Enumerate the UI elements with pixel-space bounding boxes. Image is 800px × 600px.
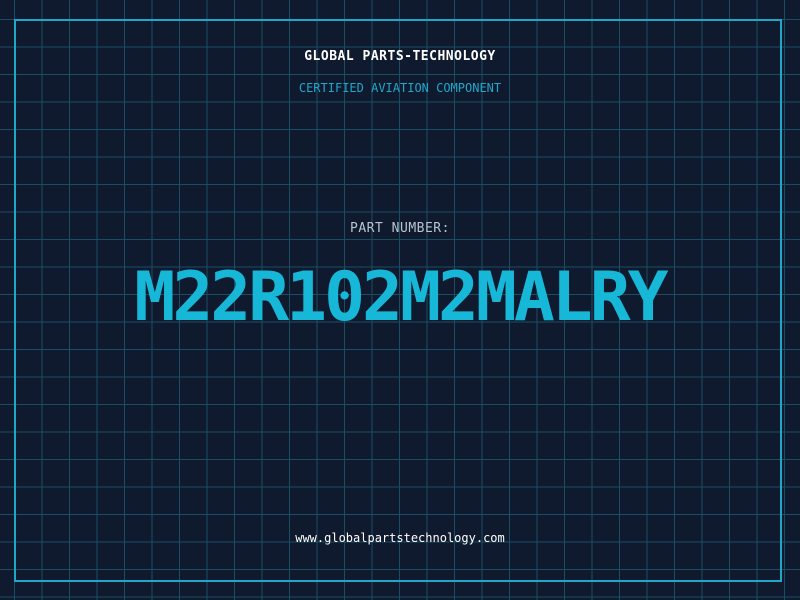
brand-name: GLOBAL PARTS-TECHNOLOGY <box>304 49 496 64</box>
website-url[interactable]: www.globalpartstechnology.com <box>0 531 800 545</box>
part-number-value: M22R102M2MALRY <box>134 258 668 337</box>
tagline: CERTIFIED AVIATION COMPONENT <box>298 81 502 95</box>
part-number-label: PART NUMBER: <box>350 221 450 236</box>
